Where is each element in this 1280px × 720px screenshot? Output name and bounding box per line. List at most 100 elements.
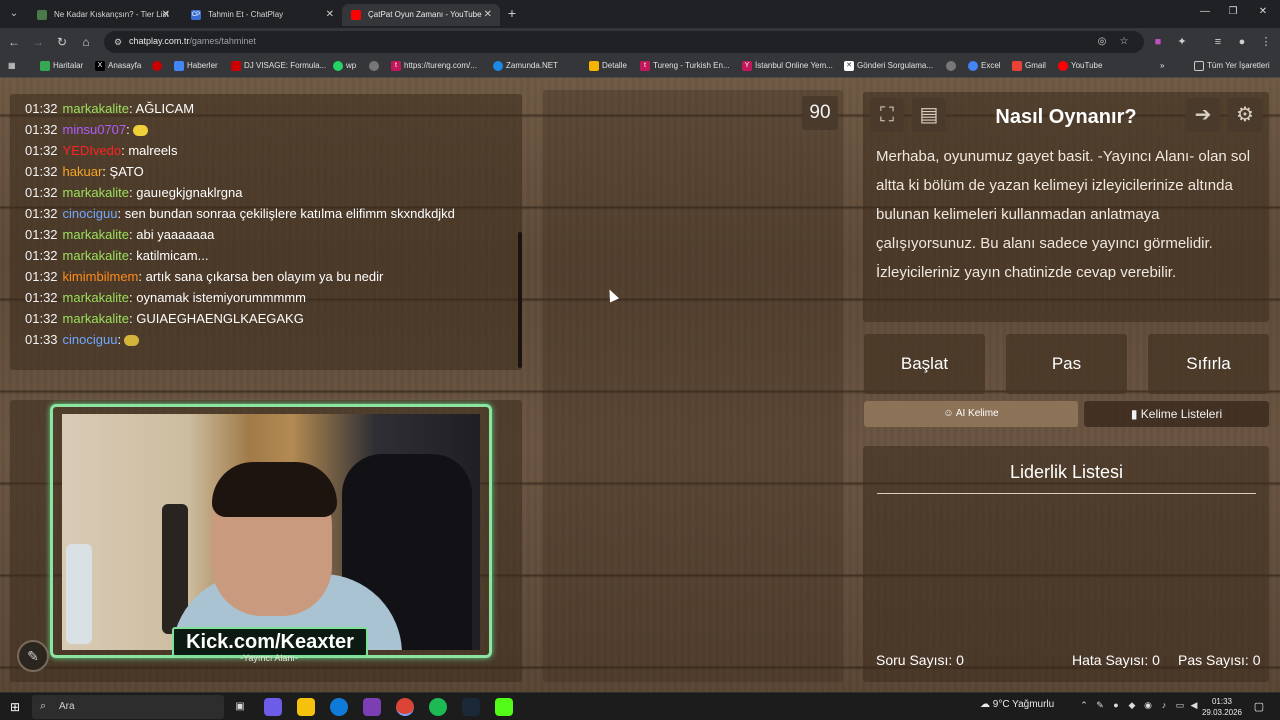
chrome-icon[interactable] bbox=[396, 698, 414, 716]
chat-timestamp: 01:32 bbox=[25, 101, 58, 116]
clock[interactable]: 01:33 29.03.2026 bbox=[1200, 696, 1244, 718]
chat-username[interactable]: kimimbilmem bbox=[63, 269, 139, 284]
reset-button[interactable]: Sıfırla bbox=[1148, 334, 1269, 394]
bookmark-excel[interactable]: Excel bbox=[968, 61, 1001, 71]
site-info-icon[interactable]: ⚙ bbox=[112, 36, 124, 48]
tab-chatplay[interactable]: CP Tahmin Et - ChatPlay ✕ bbox=[182, 4, 342, 26]
more-bookmarks-icon[interactable]: » bbox=[1160, 61, 1164, 70]
network-icon[interactable]: ▭ bbox=[1174, 700, 1186, 711]
pencil-icon[interactable]: ✎ bbox=[17, 640, 49, 672]
bookmark-gonderi[interactable]: ✕ Gönderi Sorgulama... bbox=[844, 61, 933, 71]
bookmark-youtube[interactable]: YouTube bbox=[1058, 61, 1103, 71]
ai-word-button[interactable]: ☺ AI Kelime bbox=[864, 401, 1078, 427]
windows-start-icon[interactable]: ⊞ bbox=[8, 700, 22, 714]
bookmark-wp[interactable]: wp bbox=[333, 61, 356, 71]
bookmark-tureng-url[interactable]: t https://tureng.com/... bbox=[391, 61, 477, 71]
new-tab-button[interactable]: + bbox=[504, 5, 520, 21]
mic-icon[interactable]: ♪ bbox=[1158, 700, 1170, 710]
chat-username[interactable]: markakalite bbox=[63, 185, 129, 200]
tab-close-icon[interactable]: ✕ bbox=[162, 4, 170, 26]
bookmark-detalle[interactable]: Detalle bbox=[589, 61, 627, 71]
close-window-icon[interactable]: ✕ bbox=[1256, 6, 1270, 17]
chat-username[interactable]: cinociguu bbox=[63, 332, 118, 347]
task-view-icon[interactable]: ▣ bbox=[231, 698, 249, 716]
back-icon[interactable]: ← bbox=[6, 34, 22, 50]
profile-avatar[interactable]: ● bbox=[1234, 34, 1250, 50]
bookmark-haritalar[interactable]: Haritalar bbox=[40, 61, 83, 71]
camera-icon[interactable]: ◉ bbox=[1142, 700, 1154, 711]
all-bookmarks[interactable]: Tüm Yer İşaretleri bbox=[1194, 61, 1270, 71]
bookmark-anasayfa[interactable]: X Anasayfa bbox=[95, 61, 141, 71]
taskbar-search[interactable]: ⌕ Ara bbox=[32, 695, 224, 719]
tab-youtube[interactable]: ÇatPat Oyun Zamanı - YouTube ✕ bbox=[342, 4, 500, 26]
chat-username[interactable]: markakalite bbox=[63, 248, 129, 263]
kick-icon[interactable] bbox=[495, 698, 513, 716]
extensions-puzzle-icon[interactable]: ✦ bbox=[1174, 34, 1190, 50]
tray-overflow-icon[interactable]: ⌃ bbox=[1078, 700, 1090, 711]
forward-icon[interactable]: → bbox=[30, 34, 46, 50]
chat-username[interactable]: markakalite bbox=[63, 227, 129, 242]
yemek-icon: Y bbox=[742, 61, 752, 71]
bookmark-zamunda[interactable]: Zamunda.NET bbox=[493, 61, 558, 71]
volume-icon[interactable]: ◀ bbox=[1188, 700, 1200, 711]
streamer-hair bbox=[212, 462, 337, 517]
eye-off-icon[interactable]: ◎ bbox=[1096, 36, 1108, 48]
file-explorer-icon[interactable] bbox=[297, 698, 315, 716]
tab-tier-list[interactable]: Ne Kadar Kıskançsın? - Tier List ✕ bbox=[28, 4, 178, 26]
pen-icon[interactable]: ✎ bbox=[1094, 700, 1106, 711]
chat-scrollbar[interactable] bbox=[518, 232, 522, 368]
copilot-icon[interactable] bbox=[264, 698, 282, 716]
weather-widget[interactable]: ☁ 9°C Yağmurlu bbox=[980, 699, 1054, 710]
extension-icon[interactable]: ■ bbox=[1150, 34, 1166, 50]
bookmark-haberler[interactable]: Haberler bbox=[174, 61, 218, 71]
settings-gear-icon[interactable]: ⚙ bbox=[1228, 98, 1262, 132]
address-bar[interactable]: ⚙ chatplay.com.tr/games/tahminet ◎ ☆ bbox=[104, 31, 1144, 53]
shield-icon[interactable]: ◆ bbox=[1126, 700, 1138, 711]
chat-username[interactable]: hakuar bbox=[63, 164, 103, 179]
chat-username[interactable]: minsu0707 bbox=[63, 122, 127, 137]
exit-icon[interactable]: ➔ bbox=[1186, 98, 1220, 132]
discord-icon[interactable] bbox=[363, 698, 381, 716]
chat-username[interactable]: markakalite bbox=[63, 311, 129, 326]
word-lists-button[interactable]: ▮ Kelime Listeleri bbox=[1084, 401, 1269, 427]
chat-username[interactable]: cinociguu bbox=[63, 206, 118, 221]
x-icon: X bbox=[95, 61, 105, 71]
start-button[interactable]: Başlat bbox=[864, 334, 985, 394]
home-icon[interactable]: ⌂ bbox=[78, 34, 94, 50]
url-text[interactable]: chatplay.com.tr/games/tahminet bbox=[129, 36, 256, 46]
bookmark-label: YouTube bbox=[1071, 61, 1103, 70]
app-icon[interactable]: ● bbox=[1110, 700, 1122, 710]
chat-username[interactable]: YEDIvedo bbox=[63, 143, 122, 158]
bookmarks-bar: ▦ Haritalar X Anasayfa Haberler DJ VISAGE… bbox=[0, 56, 1280, 78]
tab-close-icon[interactable]: ✕ bbox=[326, 4, 334, 26]
notification-icon[interactable]: ▢ bbox=[1252, 700, 1266, 714]
menu-kebab-icon[interactable]: ⋮ bbox=[1258, 34, 1274, 50]
bookmark-dj-visage[interactable]: DJ VISAGE: Formula... bbox=[231, 61, 327, 71]
word-lists-label: Kelime Listeleri bbox=[1140, 407, 1223, 421]
maps-icon bbox=[40, 61, 50, 71]
edge-icon[interactable] bbox=[330, 698, 348, 716]
spotify-icon[interactable] bbox=[429, 698, 447, 716]
bookmark-gmail[interactable]: Gmail bbox=[1012, 61, 1046, 71]
minimize-icon[interactable]: — bbox=[1198, 6, 1212, 17]
steam-icon[interactable] bbox=[462, 698, 480, 716]
tab-search-icon[interactable]: ⌄ bbox=[6, 6, 22, 22]
star-icon[interactable]: ☆ bbox=[1118, 36, 1130, 48]
bookmark-label: Excel bbox=[981, 61, 1001, 70]
bookmark-label: DJ VISAGE: Formula... bbox=[244, 61, 327, 70]
chat-username[interactable]: markakalite bbox=[63, 290, 129, 305]
bookmark-tureng[interactable]: t Tureng - Turkish En... bbox=[640, 61, 730, 71]
notes-icon[interactable]: ▤ bbox=[912, 98, 946, 132]
tab-title: ÇatPat Oyun Zamanı - YouTube bbox=[368, 10, 482, 19]
bookmark-istanbul-online[interactable]: Y İstanbul Online Yem... bbox=[742, 61, 833, 71]
apps-grid-icon[interactable]: ▦ bbox=[8, 61, 16, 70]
fullscreen-icon[interactable]: ⛶ bbox=[870, 98, 904, 132]
chat-timestamp: 01:32 bbox=[25, 185, 58, 200]
tab-close-icon[interactable]: ✕ bbox=[484, 4, 492, 26]
pass-button[interactable]: Pas bbox=[1006, 334, 1127, 394]
restore-icon[interactable]: ❐ bbox=[1226, 6, 1240, 17]
reload-icon[interactable]: ↻ bbox=[54, 34, 70, 50]
chat-username[interactable]: markakalite bbox=[63, 101, 129, 116]
reading-list-icon[interactable]: ≡ bbox=[1210, 34, 1226, 50]
water-bottle bbox=[66, 544, 92, 644]
